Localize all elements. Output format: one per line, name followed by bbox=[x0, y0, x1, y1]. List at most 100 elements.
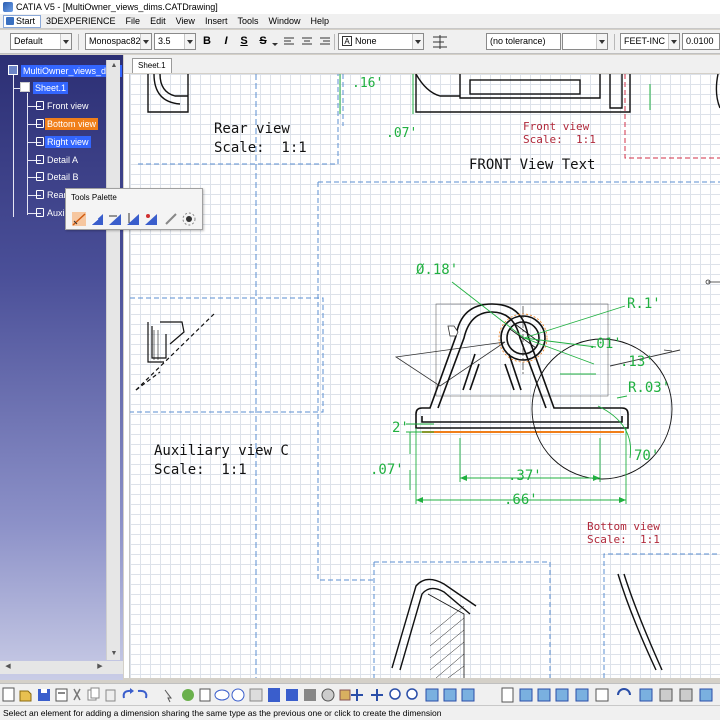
dimension-diameter-18[interactable]: Ø.18' bbox=[416, 262, 458, 278]
front-view-small-title[interactable]: Front view Scale: 1:1 bbox=[523, 120, 596, 146]
leader-arrow bbox=[663, 349, 673, 352]
tree-sheet[interactable]: Sheet.1 bbox=[33, 82, 69, 94]
strikethrough-button[interactable]: S bbox=[256, 34, 270, 49]
dimension-66[interactable]: .66' bbox=[504, 492, 538, 508]
dimension-radius-1[interactable]: R.1' bbox=[627, 296, 661, 312]
scroll-left-icon[interactable]: ◀ bbox=[2, 661, 14, 673]
dimension-01[interactable]: .01' bbox=[588, 336, 622, 352]
frame-select[interactable]: A None bbox=[338, 33, 424, 50]
title-bar: CATIA V5 - [MultiOwner_views_dims.CATDra… bbox=[0, 0, 720, 14]
tools-palette[interactable]: Tools Palette bbox=[65, 188, 203, 230]
menu-start-label: Start bbox=[16, 15, 36, 26]
dimension-projected-icon[interactable] bbox=[89, 211, 105, 227]
tree-item-front-view[interactable]: Front view bbox=[47, 100, 89, 112]
precision-value: 0.0100 bbox=[686, 36, 714, 46]
menu-window[interactable]: Window bbox=[263, 15, 305, 28]
dimension-top-07[interactable]: .07' bbox=[386, 126, 417, 141]
top-center-part-outline bbox=[415, 74, 631, 113]
font-size-value: 3.5 bbox=[158, 36, 171, 46]
bottom-detail-frame bbox=[374, 561, 551, 678]
chevron-down-icon[interactable] bbox=[272, 43, 278, 46]
text-alignment-icons[interactable] bbox=[283, 35, 335, 49]
scroll-right-icon[interactable]: ▶ bbox=[94, 661, 106, 673]
dimension-true-length-icon[interactable] bbox=[143, 211, 159, 227]
bottom-view-name: Bottom view bbox=[587, 520, 660, 533]
tolerance-value: (no tolerance) bbox=[490, 36, 546, 46]
dimension-2[interactable]: 2' bbox=[392, 420, 409, 436]
style-value: Default bbox=[14, 36, 43, 46]
scroll-up-icon[interactable]: ▲ bbox=[108, 60, 120, 72]
tree-connector bbox=[13, 67, 14, 217]
dimension-forced-vertical-icon[interactable] bbox=[125, 211, 141, 227]
dimension-13[interactable]: .13' bbox=[620, 354, 654, 370]
bold-button[interactable]: B bbox=[200, 34, 214, 49]
chevron-down-icon bbox=[60, 34, 71, 49]
pencil-icon[interactable] bbox=[163, 211, 179, 227]
menu-bar: Start 3DEXPERIENCE File Edit View Insert… bbox=[0, 14, 720, 29]
sheet-icon bbox=[20, 82, 30, 92]
auxiliary-view-frame bbox=[130, 297, 324, 413]
menu-view[interactable]: View bbox=[171, 15, 200, 28]
rear-view-title[interactable]: Rear view Scale: 1:1 bbox=[214, 120, 307, 158]
menu-file[interactable]: File bbox=[121, 15, 146, 28]
tolerance-icon[interactable] bbox=[430, 34, 452, 50]
italic-button[interactable]: I bbox=[219, 34, 233, 49]
view-icon bbox=[36, 208, 44, 217]
tolerance-value-select[interactable] bbox=[562, 33, 608, 50]
tree-item-rear[interactable]: Rear bbox=[47, 189, 67, 201]
dimension-07-left[interactable]: .07' bbox=[370, 462, 404, 478]
tree-connector bbox=[27, 93, 28, 215]
text-properties-toolbar: Default Monospac821 3.5 B I S S A None (n… bbox=[0, 30, 720, 54]
rear-view-part-outline bbox=[147, 74, 189, 113]
font-value: Monospac821 bbox=[89, 36, 146, 46]
menu-tools[interactable]: Tools bbox=[232, 15, 263, 28]
standard-toolbar-icons[interactable] bbox=[0, 684, 720, 706]
dimension-37[interactable]: .37' bbox=[508, 468, 542, 484]
dimension-radius-03[interactable]: R.03' bbox=[628, 380, 670, 396]
menu-3dexperience[interactable]: 3DEXPERIENCE bbox=[41, 15, 121, 28]
dimension-forced-horizontal-icon[interactable] bbox=[107, 211, 123, 227]
font-select[interactable]: Monospac821 bbox=[85, 33, 152, 50]
tree-item-right-view[interactable]: Right view bbox=[45, 136, 91, 148]
tree-vertical-scrollbar[interactable]: ▲ ▼ bbox=[106, 60, 120, 660]
chevron-down-icon bbox=[668, 34, 679, 49]
window-title: CATIA V5 - [MultiOwner_views_dims.CATDra… bbox=[16, 2, 218, 12]
dimension-top-16[interactable]: .16' bbox=[352, 76, 383, 91]
menu-start[interactable]: Start bbox=[3, 14, 42, 28]
view-icon bbox=[36, 137, 44, 146]
dimension-angle-70[interactable]: 70' bbox=[634, 448, 659, 464]
drawing-canvas[interactable]: Rear view Scale: 1:1 Front view Scale: 1:1… bbox=[130, 74, 720, 678]
frame-icon: A bbox=[342, 36, 352, 46]
scroll-down-icon[interactable]: ▼ bbox=[108, 648, 120, 660]
bottom-view-title[interactable]: Bottom view Scale: 1:1 bbox=[587, 520, 660, 546]
view-icon bbox=[36, 190, 44, 199]
menu-insert[interactable]: Insert bbox=[200, 15, 233, 28]
menu-help[interactable]: Help bbox=[305, 15, 334, 28]
units-select[interactable]: FEET-INC bbox=[620, 33, 680, 50]
menu-edit[interactable]: Edit bbox=[145, 15, 171, 28]
view-icon bbox=[36, 101, 44, 110]
tolerance-select[interactable]: (no tolerance) bbox=[486, 33, 561, 50]
tree-item-detail-b[interactable]: Detail B bbox=[47, 171, 79, 183]
units-value: FEET-INC bbox=[624, 36, 666, 46]
front-view-small-frame bbox=[624, 74, 720, 159]
toolbar-separator bbox=[614, 34, 615, 50]
drawing-geometry bbox=[130, 74, 720, 678]
tree-horizontal-scrollbar[interactable]: ◀ ▶ bbox=[0, 661, 123, 674]
font-size-select[interactable]: 3.5 bbox=[154, 33, 196, 50]
sheet-tab-bar: Sheet.1 bbox=[124, 55, 720, 73]
front-view-text[interactable]: FRONT View Text bbox=[469, 156, 595, 175]
precision-select[interactable]: 0.0100 bbox=[682, 33, 720, 50]
tree-item-auxiliary[interactable]: Auxi bbox=[47, 207, 65, 219]
dimension-chain-icon[interactable] bbox=[71, 211, 87, 227]
bottom-view-scale: Scale: 1:1 bbox=[587, 533, 660, 546]
tree-item-detail-a[interactable]: Detail A bbox=[47, 154, 78, 166]
right-detail-part bbox=[617, 573, 663, 671]
rear-view-scale: Scale: 1:1 bbox=[214, 140, 307, 156]
detect-intersection-icon[interactable] bbox=[181, 211, 197, 227]
auxiliary-view-title[interactable]: Auxiliary view C Scale: 1:1 bbox=[154, 442, 289, 480]
tree-item-bottom-view[interactable]: Bottom view bbox=[45, 118, 99, 130]
style-select[interactable]: Default bbox=[10, 33, 72, 50]
underline-button[interactable]: S bbox=[237, 34, 251, 49]
tab-sheet-1[interactable]: Sheet.1 bbox=[132, 58, 172, 73]
